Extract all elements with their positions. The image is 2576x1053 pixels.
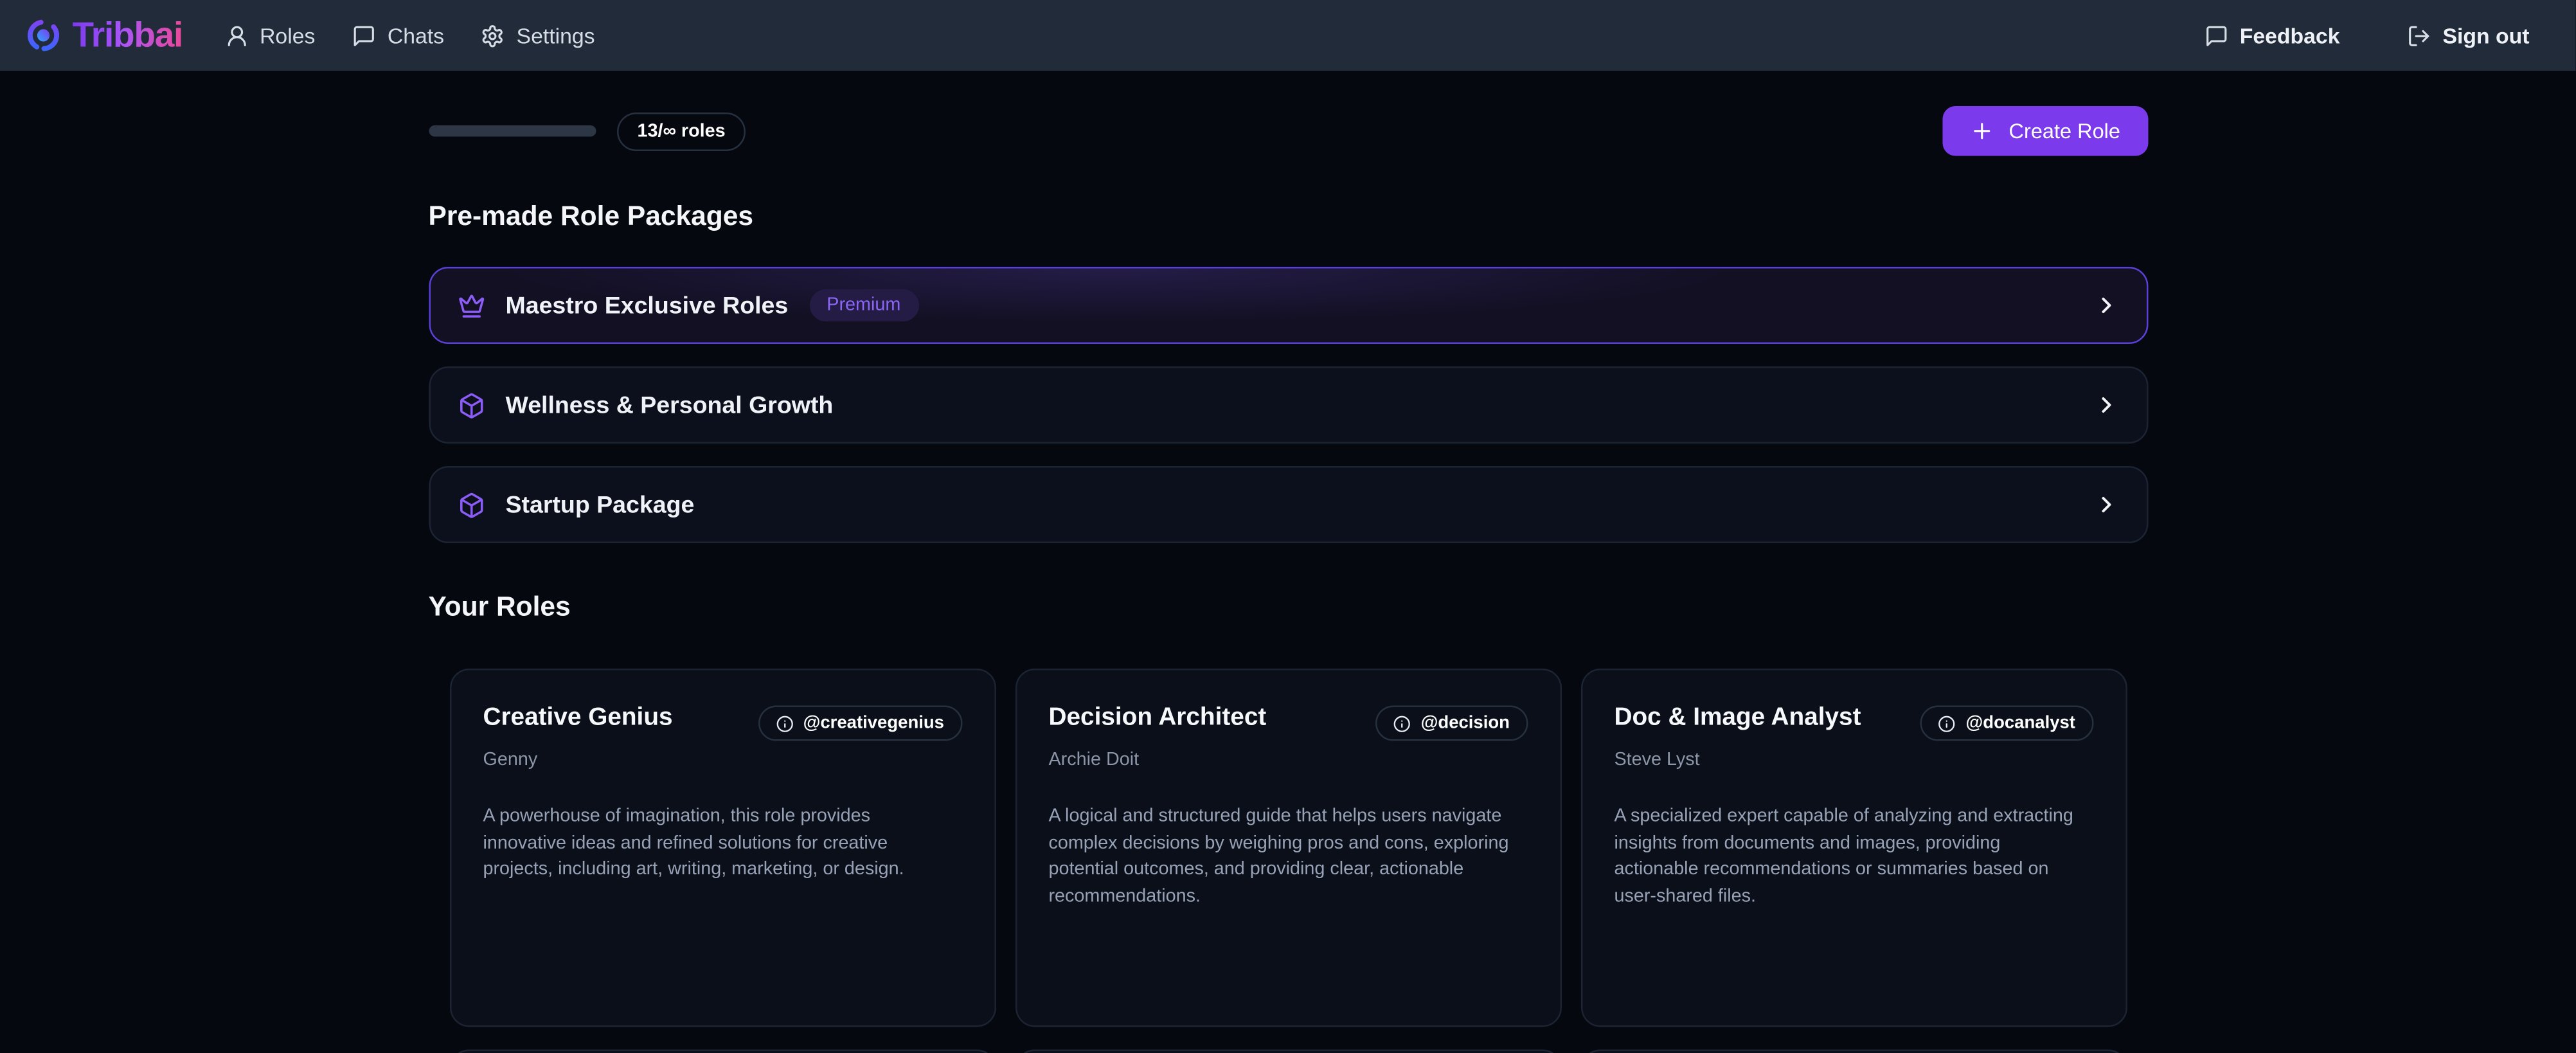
nav-menu: Roles Chats Settings	[218, 14, 601, 57]
role-subtitle: Archie Doit	[1048, 751, 1527, 770]
chevron-right-icon	[2093, 292, 2118, 318]
nav-item-label: Settings	[517, 23, 595, 48]
package-row-maestro[interactable]: Maestro Exclusive Roles Premium	[428, 267, 2147, 344]
role-description: A logical and structured guide that help…	[1048, 804, 1523, 911]
role-handle: @decision	[1421, 714, 1510, 733]
info-icon	[1393, 714, 1411, 732]
nav-item-label: Chats	[388, 23, 444, 48]
tribbai-logo-icon	[26, 18, 61, 53]
role-card-partial[interactable]	[1580, 1050, 2127, 1053]
package-name: Maestro Exclusive Roles	[505, 292, 788, 320]
role-handle-badge[interactable]: @docanalyst	[1920, 706, 2093, 741]
role-card-header: Decision Architect @decision	[1048, 704, 1527, 741]
package-row-wellness[interactable]: Wellness & Personal Growth	[428, 366, 2147, 444]
role-card-doc-image-analyst[interactable]: Doc & Image Analyst @docanalyst Steve Ly…	[1580, 669, 2127, 1027]
chevron-right-icon	[2093, 392, 2118, 418]
roles-grid: Creative Genius @creativegenius Genny A …	[428, 669, 2147, 1027]
sign-out-button[interactable]: Sign out	[2401, 14, 2536, 57]
role-card-partial[interactable]	[1015, 1050, 1561, 1053]
nav-item-roles[interactable]: Roles	[218, 14, 321, 57]
chevron-right-icon	[2093, 492, 2118, 518]
main-content: 13/∞ roles Create Role Pre-made Role Pac…	[428, 106, 2147, 1053]
chat-bubble-icon	[352, 23, 377, 48]
info-icon	[776, 714, 794, 732]
create-role-label: Create Role	[2009, 119, 2120, 143]
role-card-decision-architect[interactable]: Decision Architect @decision Archie Doit…	[1015, 669, 1561, 1027]
role-handle-badge[interactable]: @creativegenius	[758, 706, 962, 741]
package-icon	[457, 491, 485, 519]
role-subtitle: Steve Lyst	[1614, 751, 2093, 770]
plus-icon	[1971, 119, 1995, 143]
roles-count-badge: 13/∞ roles	[616, 112, 746, 150]
top-nav: Tribbai Roles Chats Settings	[0, 0, 2576, 71]
brand-logo[interactable]: Tribbai	[26, 15, 183, 57]
your-roles-section-title: Your Roles	[428, 591, 2147, 624]
roles-progress-bar	[428, 125, 595, 137]
packages-section-title: Pre-made Role Packages	[428, 201, 2147, 233]
brand-name: Tribbai	[73, 15, 183, 57]
feedback-button[interactable]: Feedback	[2198, 14, 2347, 57]
create-role-button[interactable]: Create Role	[1943, 106, 2147, 156]
crown-icon	[457, 292, 485, 320]
package-name: Wellness & Personal Growth	[505, 392, 833, 419]
role-subtitle: Genny	[483, 751, 962, 770]
role-card-partial[interactable]	[449, 1050, 996, 1053]
role-card-header: Creative Genius @creativegenius	[483, 704, 962, 741]
role-description: A powerhouse of imagination, this role p…	[483, 804, 957, 884]
role-title: Creative Genius	[483, 704, 672, 733]
premium-badge: Premium	[809, 289, 918, 321]
sign-out-label: Sign out	[2442, 23, 2529, 48]
role-description: A specialized expert capable of analyzin…	[1614, 804, 2088, 911]
role-title: Doc & Image Analyst	[1614, 704, 1861, 733]
role-title: Decision Architect	[1048, 704, 1266, 733]
package-name: Startup Package	[505, 491, 694, 519]
app-root: Tribbai Roles Chats Settings	[0, 0, 2576, 1053]
role-handle-badge[interactable]: @decision	[1376, 706, 1528, 741]
role-card-header: Doc & Image Analyst @docanalyst	[1614, 704, 2093, 741]
sign-out-icon	[2407, 23, 2431, 48]
info-icon	[1938, 714, 1956, 732]
feedback-label: Feedback	[2240, 23, 2340, 48]
package-row-startup[interactable]: Startup Package	[428, 466, 2147, 543]
gear-icon	[481, 23, 506, 48]
role-handle: @creativegenius	[803, 714, 944, 733]
user-icon	[224, 23, 249, 48]
nav-right: Feedback Sign out	[2198, 14, 2536, 57]
package-icon	[457, 392, 485, 419]
roles-grid-next-row	[428, 1050, 2147, 1053]
roles-toolbar: 13/∞ roles Create Role	[428, 106, 2147, 156]
chat-bubble-icon	[2205, 23, 2229, 48]
nav-item-chats[interactable]: Chats	[346, 14, 451, 57]
nav-item-label: Roles	[260, 23, 315, 48]
role-card-creative-genius[interactable]: Creative Genius @creativegenius Genny A …	[449, 669, 996, 1027]
role-handle: @docanalyst	[1965, 714, 2075, 733]
nav-item-settings[interactable]: Settings	[475, 14, 602, 57]
